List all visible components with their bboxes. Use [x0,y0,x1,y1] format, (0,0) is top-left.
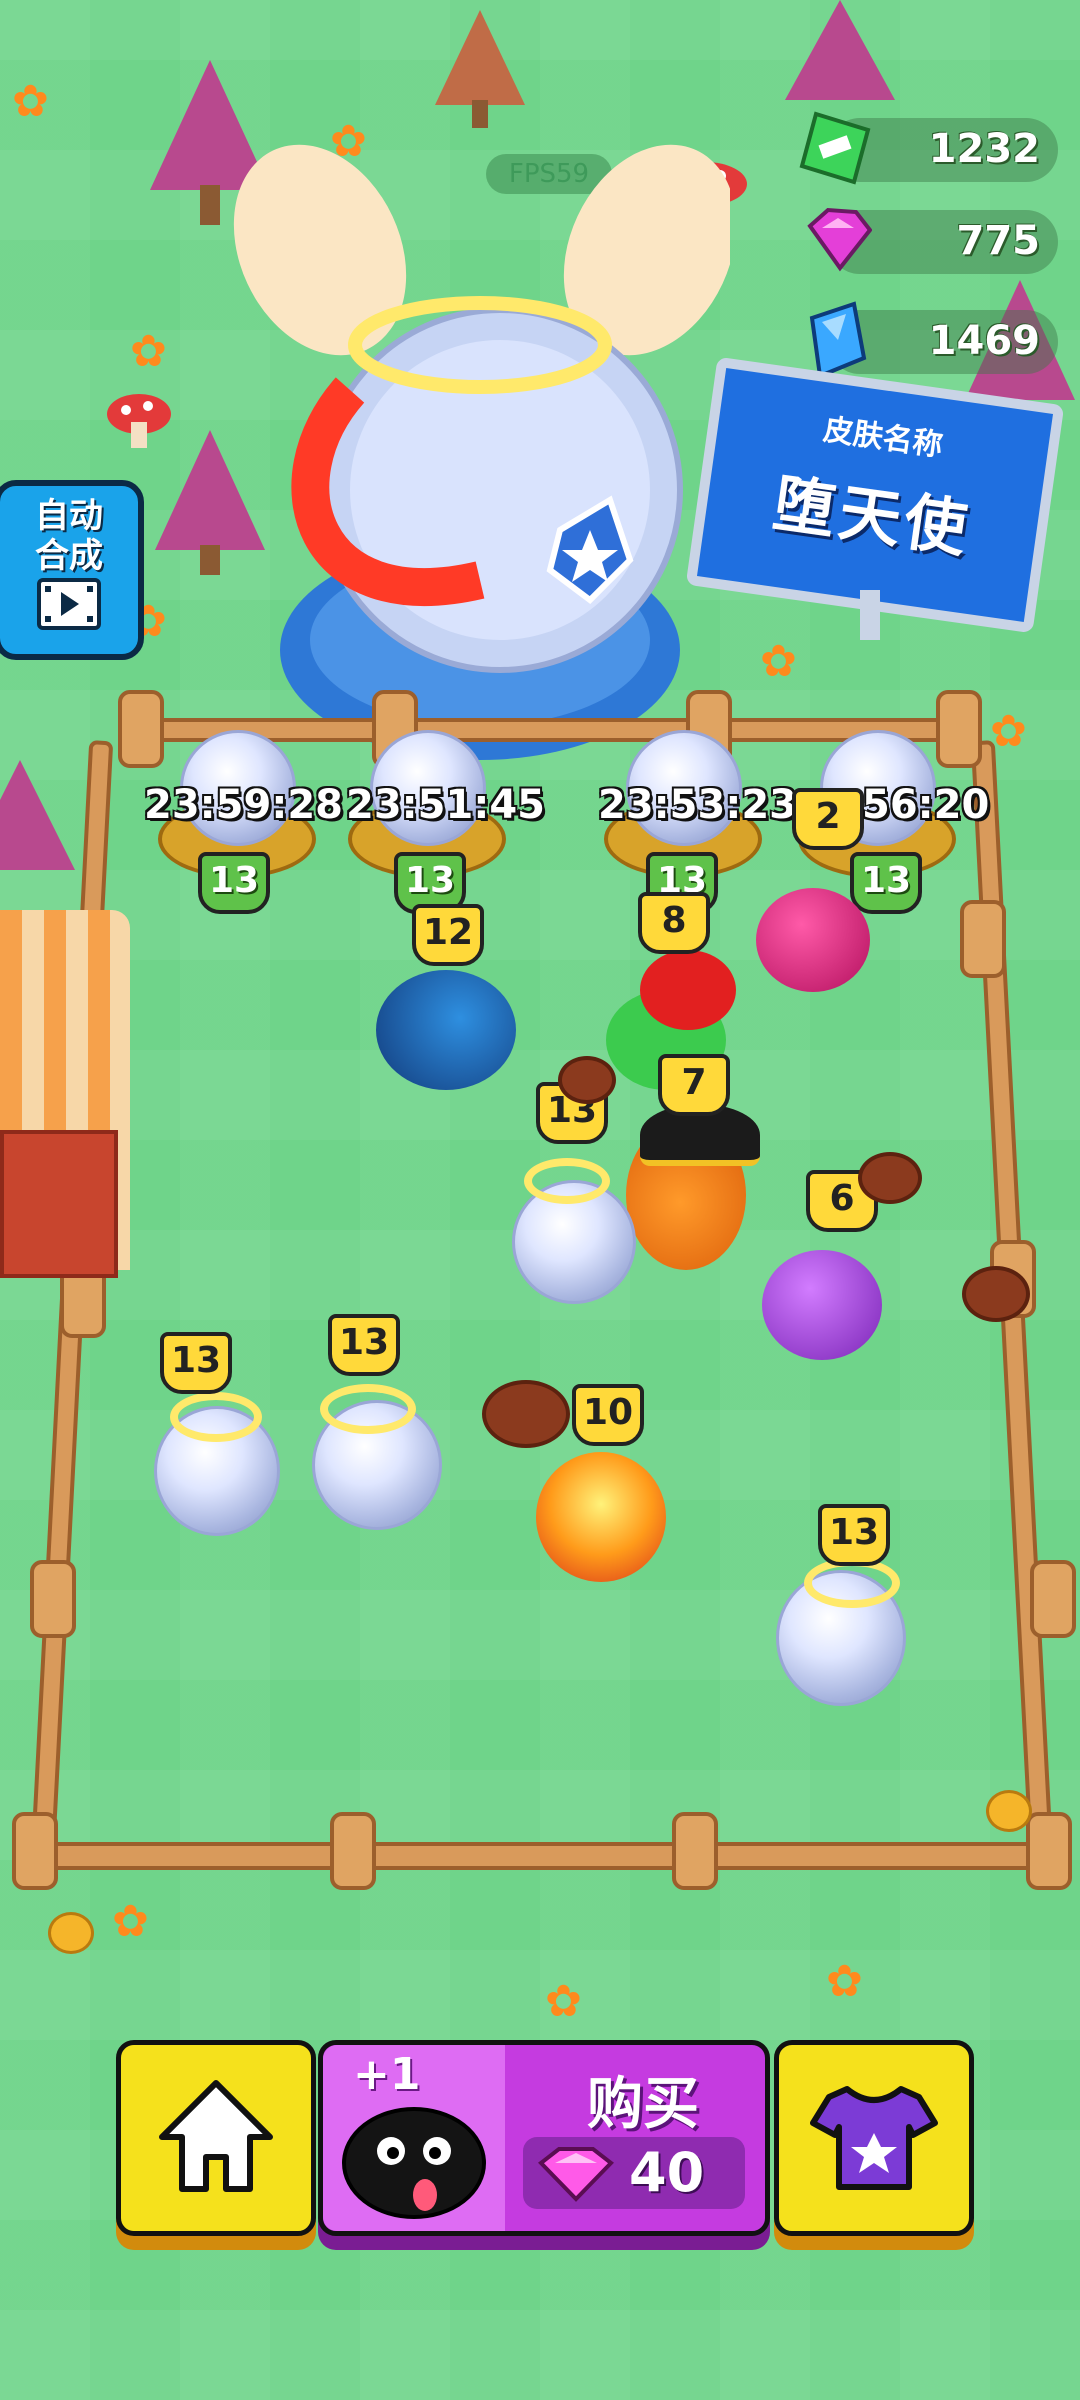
buy-price: 40 [629,2141,705,2204]
pink-gem-icon [807,207,872,272]
auto-merge-label-1: 自动 [35,496,103,536]
creature-level-pumpkin: 7 [658,1054,730,1116]
black-slime-icon [342,2107,486,2219]
flower-icon: ✿ [990,706,1027,757]
flower-icon: ✿ [826,1956,863,2007]
purple-ghost-creature[interactable] [762,1250,882,1360]
skin-shop-button[interactable] [774,2040,974,2236]
cash-value: 1232 [928,126,1040,172]
pink-tree-icon [785,0,895,100]
board-stand [860,590,880,640]
fire-creature[interactable] [536,1452,666,1582]
fence-post [12,1812,58,1890]
fence-bottom [36,1842,1064,1870]
fallen-angel-showcase [233,144,730,760]
fence-post [30,1560,76,1638]
creature-level-winged-egg-right: 13 [818,1504,890,1566]
pink-gem-icon [538,2147,614,2202]
egg-badge-4: 2 [792,788,864,850]
cash-counter: 1232 [799,111,1058,185]
diamond-value: 1469 [928,318,1040,364]
gold-coin[interactable] [48,1912,94,1954]
poop-coin[interactable] [482,1380,570,1448]
egg-level-4: 13 [850,852,922,914]
flower-icon: ✿ [12,76,49,127]
flower-icon: ✿ [112,1896,149,1947]
egg-timer-1: 23:59:28 [144,782,343,828]
shed-wall [0,1130,118,1278]
auto-merge-label-2: 合成 [35,536,103,576]
price-box: 40 [523,2137,745,2209]
gem-counter: 775 [807,207,1058,274]
gem-value: 775 [956,218,1041,264]
gold-coin[interactable] [986,1790,1032,1832]
blue-diamond-icon [809,301,867,379]
creature-level-mushroom: 8 [638,892,710,954]
buy-button[interactable]: +1 购买 40 [318,2040,770,2236]
creature-level-fire: 10 [572,1384,644,1446]
poop-coin[interactable] [962,1266,1030,1322]
creature-level-winged-egg-mid: 13 [328,1314,400,1376]
creature-level-blue-bird: 12 [412,904,484,966]
buy-label: 购买 [587,2072,699,2137]
fence-post [1026,1812,1072,1890]
flower-icon: ✿ [760,636,797,687]
egg-timer-2: 23:51:45 [346,782,545,828]
poop-coin[interactable] [558,1056,616,1104]
creature-level-winged-egg-left: 13 [160,1332,232,1394]
auto-merge-button[interactable]: 自动 合成 [0,480,144,660]
buy-plus-label: +1 [353,2049,421,2100]
egg-timer-3: 23:53:23 [598,782,797,828]
video-ad-icon [37,578,101,630]
fence-post [960,900,1006,978]
diamond-counter: 1469 [809,301,1058,379]
home-icon [159,2080,273,2192]
cash-icon [799,111,871,185]
flower-icon: ✿ [545,1976,582,2027]
blue-bird-creature[interactable] [376,970,516,1090]
fence-post [1030,1560,1076,1638]
poop-coin[interactable] [858,1152,922,1204]
home-button[interactable] [116,2040,316,2236]
fence-post [330,1812,376,1890]
pink-tree-icon [0,760,75,870]
egg-timer-4: 56:20 [862,782,990,828]
shirt-icon [810,2086,938,2190]
mushroom-icon [107,394,171,448]
egg-level-1: 13 [198,852,270,914]
flower-icon: ✿ [130,326,167,377]
fence-post [672,1812,718,1890]
magenta-ball-creature[interactable] [756,888,870,992]
